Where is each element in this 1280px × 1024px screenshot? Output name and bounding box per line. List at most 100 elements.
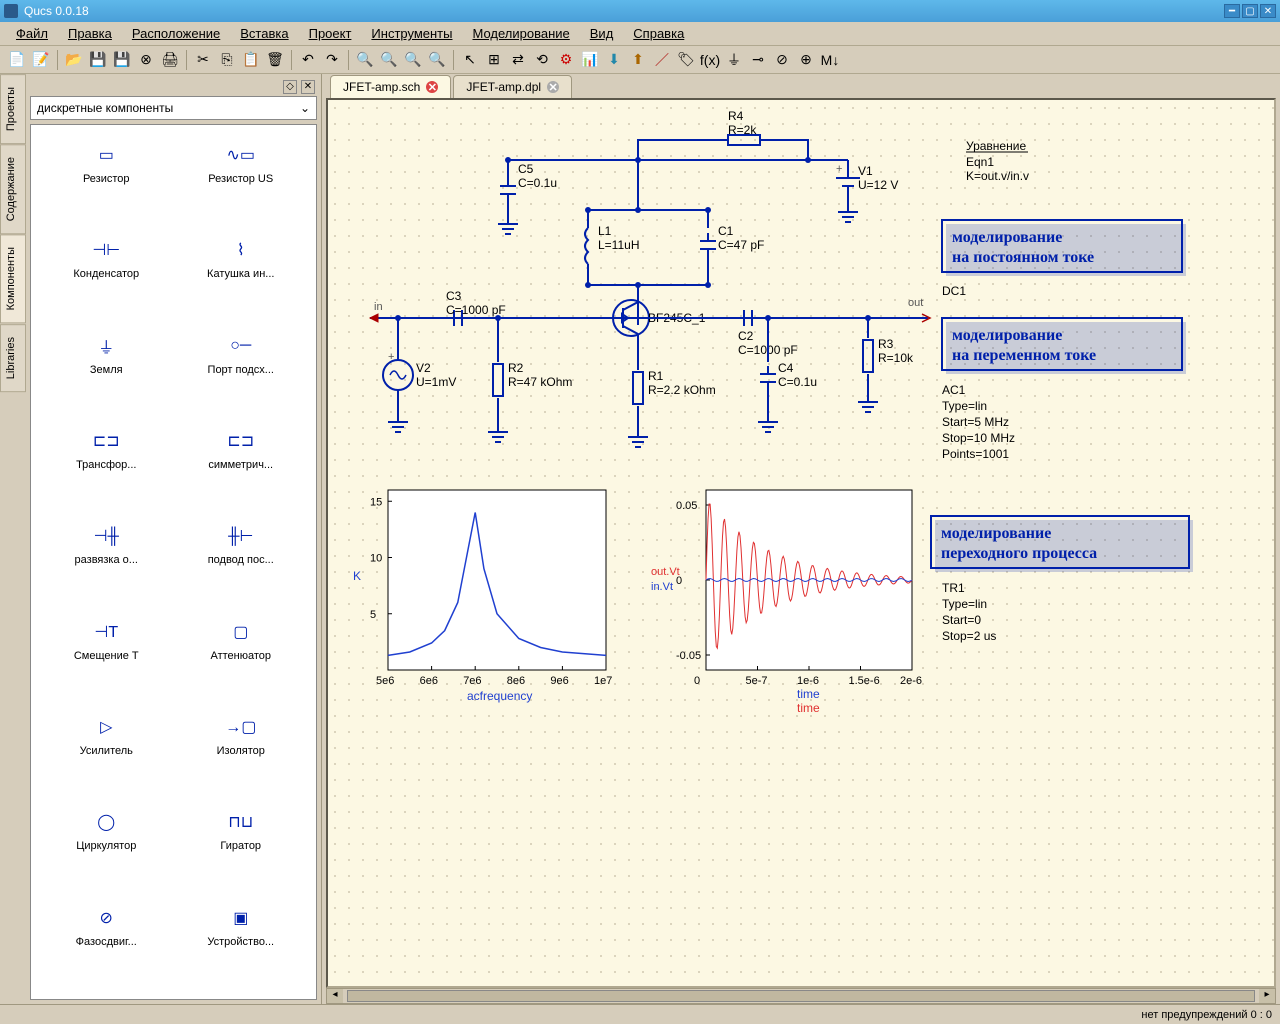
select-icon[interactable]: ↖ [459,49,481,71]
component-icon: ▷ [86,715,126,739]
svg-text:Type=lin: Type=lin [942,597,987,611]
port-icon[interactable]: ⊸ [747,49,769,71]
menu-tools[interactable]: Инструменты [363,24,460,43]
zoom-in-icon[interactable]: 🔍 [378,49,400,71]
display-icon[interactable]: 📊 [579,49,601,71]
schematic-canvas[interactable]: C5C=0.1uR4R=2kV1U=12 V+L1L=11uHC1C=47 pF… [326,98,1276,988]
forward-icon[interactable]: ⬆ [627,49,649,71]
scroll-right-icon[interactable]: ▸ [1259,989,1275,1003]
tab-projects[interactable]: Проекты [0,74,26,144]
equation-icon[interactable]: f(x) [699,49,721,71]
component-item[interactable]: ◯Циркулятор [39,800,174,895]
component-label: Конденсатор [73,268,139,280]
svg-text:+: + [388,351,394,363]
minimize-button[interactable]: ━ [1224,4,1240,18]
set-marker-icon[interactable]: ⊕ [795,49,817,71]
menu-edit[interactable]: Правка [60,24,120,43]
ground-icon[interactable]: ⏚ [723,49,745,71]
copy-icon[interactable]: ⎘ [216,49,238,71]
component-item[interactable]: ⌇Катушка ин... [174,228,309,323]
paste-icon[interactable]: 📋 [240,49,262,71]
component-item[interactable]: ○─Порт подсх... [174,324,309,419]
deactivate-icon[interactable]: ⊘ [771,49,793,71]
wire-icon[interactable]: ／ [651,49,673,71]
component-item[interactable]: ⊣╫развязка о... [39,514,174,609]
mirror-icon[interactable]: ⇄ [507,49,529,71]
save-all-icon[interactable]: 💾 [111,49,133,71]
component-item[interactable]: ╫⊢подвод пос... [174,514,309,609]
component-item[interactable]: ⊓⊔Гиратор [174,800,309,895]
new-icon[interactable]: 📄 [6,49,28,71]
tab-libraries[interactable]: Libraries [0,324,26,392]
maximize-button[interactable]: ▢ [1242,4,1258,18]
component-item[interactable]: ⊏⊐Трансфор... [39,419,174,514]
component-label: Земля [90,364,123,376]
zoom-fit-icon[interactable]: 🔍 [354,49,376,71]
marker-icon[interactable]: M↓ [819,49,841,71]
close-doc-icon[interactable]: ⊗ [135,49,157,71]
tab-label: JFET-amp.dpl [466,80,541,94]
tab-components[interactable]: Компоненты [0,234,26,323]
scroll-left-icon[interactable]: ◂ [327,989,343,1003]
menu-project[interactable]: Проект [301,24,360,43]
horizontal-scrollbar[interactable]: ◂ ▸ [326,988,1276,1004]
svg-text:-0.05: -0.05 [676,650,701,662]
svg-text:V1: V1 [858,164,873,178]
component-icon: ⊣╫ [86,524,126,548]
svg-text:Stop=10 MHz: Stop=10 MHz [942,431,1015,445]
component-item[interactable]: ▢Аттенюатор [174,610,309,705]
new-text-icon[interactable]: 📝 [30,49,52,71]
zoom-reset-icon[interactable]: 🔍 [426,49,448,71]
svg-text:5e-7: 5e-7 [746,675,768,687]
rotate-icon[interactable]: ⟲ [531,49,553,71]
tab-contents[interactable]: Содержание [0,144,26,234]
toolbar: 📄 📝 📂 💾 💾 ⊗ 🖨 ✂ ⎘ 📋 🗑 ↶ ↷ 🔍 🔍 🔍 🔍 ↖ ⊞ ⇄ … [0,46,1280,74]
component-label: Изолятор [217,745,265,757]
menu-insert[interactable]: Вставка [232,24,296,43]
close-tab-icon[interactable]: ✕ [426,81,438,93]
menu-position[interactable]: Расположение [124,24,228,43]
redo-icon[interactable]: ↷ [321,49,343,71]
component-item[interactable]: →▢Изолятор [174,705,309,800]
component-icon: ⌇ [221,238,261,262]
print-icon[interactable]: 🖨 [159,49,181,71]
close-tab-icon[interactable]: ✕ [547,81,559,93]
component-item[interactable]: ⊣TСмещение T [39,610,174,705]
delete-icon[interactable]: 🗑 [264,49,286,71]
svg-text:AC1: AC1 [942,383,966,397]
menu-simulate[interactable]: Моделирование [464,24,577,43]
simulate-icon[interactable]: ⚙ [555,49,577,71]
component-icon[interactable]: ⊞ [483,49,505,71]
scroll-thumb[interactable] [347,990,1255,1002]
component-category-select[interactable]: дискретные компоненты ⌄ [30,96,317,120]
tab-schematic[interactable]: JFET-amp.sch ✕ [330,75,451,98]
back-icon[interactable]: ⬇ [603,49,625,71]
wire-label-icon[interactable]: 🏷 [675,49,697,71]
component-label: Резистор US [208,173,273,185]
tab-display[interactable]: JFET-amp.dpl ✕ [453,75,572,98]
cut-icon[interactable]: ✂ [192,49,214,71]
svg-text:9e6: 9e6 [550,675,568,687]
menu-file[interactable]: Файл [8,24,56,43]
component-item[interactable]: ⊘Фазосдвиг... [39,896,174,991]
svg-text:R1: R1 [648,369,664,383]
svg-text:time: time [797,701,820,715]
detach-icon[interactable]: ◇ [283,80,297,94]
save-icon[interactable]: 💾 [87,49,109,71]
close-button[interactable]: ✕ [1260,4,1276,18]
open-icon[interactable]: 📂 [63,49,85,71]
svg-text:V2: V2 [416,361,431,375]
component-item[interactable]: ▭Резистор [39,133,174,228]
component-item[interactable]: ⊏⊐симметрич... [174,419,309,514]
zoom-out-icon[interactable]: 🔍 [402,49,424,71]
component-item[interactable]: ▷Усилитель [39,705,174,800]
component-item[interactable]: ⊣⊢Конденсатор [39,228,174,323]
close-panel-icon[interactable]: ✕ [301,80,315,94]
component-item[interactable]: ∿▭Резистор US [174,133,309,228]
undo-icon[interactable]: ↶ [297,49,319,71]
component-item[interactable]: ▣Устройство... [174,896,309,991]
component-item[interactable]: ⏚Земля [39,324,174,419]
menu-view[interactable]: Вид [582,24,622,43]
svg-text:+: + [836,163,842,175]
menu-help[interactable]: Справка [625,24,692,43]
